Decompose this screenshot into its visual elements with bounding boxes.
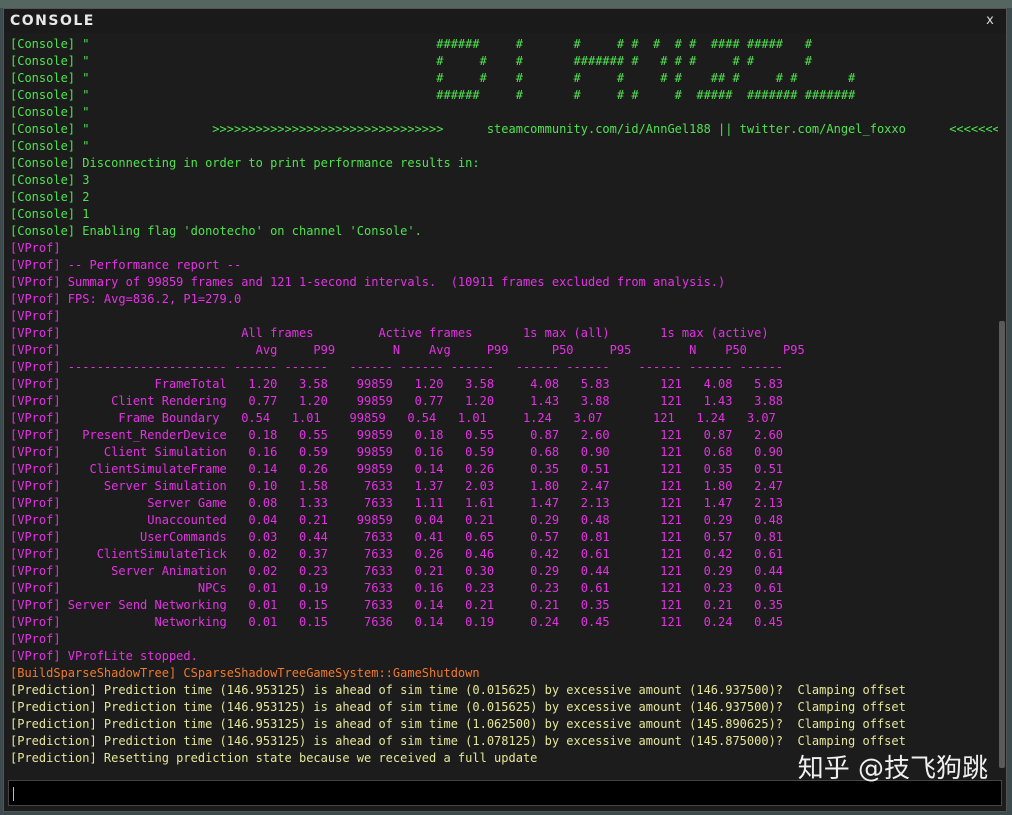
console-line: [VProf] VProfLite stopped.: [10, 649, 198, 663]
console-line: [VProf] ClientSimulateFrame 0.14 0.26 99…: [10, 462, 784, 476]
console-line: [Prediction] Prediction time (146.953125…: [10, 717, 906, 731]
console-line: [VProf]: [10, 241, 61, 255]
console-line: [VProf] Present_RenderDevice 0.18 0.55 9…: [10, 428, 784, 442]
title-bar[interactable]: CONSOLE x: [4, 9, 1006, 33]
text-caret: [13, 787, 14, 801]
close-icon[interactable]: x: [982, 13, 998, 29]
console-line: [VProf] -- Performance report --: [10, 258, 242, 272]
console-line: [VProf] Server Send Networking 0.01 0.15…: [10, 598, 784, 612]
console-line: [VProf] Server Simulation 0.10 1.58 7633…: [10, 479, 784, 493]
console-line: [Console] 1: [10, 207, 90, 221]
console-line: [Console] 2: [10, 190, 90, 204]
scrollbar-thumb[interactable]: [999, 321, 1005, 768]
console-line: [VProf] All frames Active frames 1s max …: [10, 326, 769, 340]
console-line: [VProf] Frame Boundary 0.54 1.01 99859 0…: [10, 411, 776, 425]
window-title: CONSOLE: [10, 13, 95, 29]
console-line: [VProf] Networking 0.01 0.15 7636 0.14 0…: [10, 615, 784, 629]
console-line: [Console] 3: [10, 173, 90, 187]
console-line: [Console] " >>>>>>>>>>>>>>>>>>>>>>>>>>>>…: [10, 122, 998, 136]
console-line: [VProf] Client Rendering 0.77 1.20 99859…: [10, 394, 784, 408]
console-line: [VProf] Server Animation 0.02 0.23 7633 …: [10, 564, 784, 578]
console-line: [Prediction] Prediction time (146.953125…: [10, 683, 906, 697]
console-line: [Console] Enabling flag 'donotecho' on c…: [10, 224, 422, 238]
console-line: [Console] ": [10, 139, 90, 153]
console-line: [Console] " ###### # # # # # # # #### ##…: [10, 37, 812, 51]
console-line: [VProf] FPS: Avg=836.2, P1=279.0: [10, 292, 242, 306]
console-line: [BuildSparseShadowTree] CSparseShadowTre…: [10, 666, 480, 680]
console-line: [Console] " # # # ####### # # # # # # #: [10, 54, 812, 68]
console-line: [VProf] ---------------------- ------ --…: [10, 360, 784, 374]
background-strip: [0, 0, 1012, 8]
console-line: [VProf] Client Simulation 0.16 0.59 9985…: [10, 445, 784, 459]
console-line: [Console] " ###### # # # # # ##### #####…: [10, 88, 856, 102]
console-line: [VProf] Server Game 0.08 1.33 7633 1.11 …: [10, 496, 784, 510]
console-line: [VProf] UserCommands 0.03 0.44 7633 0.41…: [10, 530, 784, 544]
console-line: [VProf] Summary of 99859 frames and 121 …: [10, 275, 726, 289]
watermark: 知乎 @技飞狗跳: [797, 754, 988, 784]
console-line: [Console] Disconnecting in order to prin…: [10, 156, 480, 170]
console-line: [Console] " # # # # # # # ## # # # #: [10, 71, 856, 85]
console-output: [Console] " ###### # # # # # # # #### ##…: [10, 36, 998, 771]
console-line: [VProf] Avg P99 N Avg P99 P50 P95 N P50 …: [10, 343, 805, 357]
console-line: [VProf]: [10, 309, 61, 323]
console-line: [VProf] NPCs 0.01 0.19 7633 0.16 0.23 0.…: [10, 581, 784, 595]
console-line: [Console] ": [10, 105, 90, 119]
console-line: [VProf] ClientSimulateTick 0.02 0.37 763…: [10, 547, 784, 561]
console-line: [VProf] Unaccounted 0.04 0.21 99859 0.04…: [10, 513, 784, 527]
console-line: [Prediction] Prediction time (146.953125…: [10, 700, 906, 714]
console-line: [VProf]: [10, 632, 61, 646]
console-window: CONSOLE x [Console] " ###### # # # # # #…: [3, 8, 1007, 812]
console-line: [VProf] FrameTotal 1.20 3.58 99859 1.20 …: [10, 377, 784, 391]
